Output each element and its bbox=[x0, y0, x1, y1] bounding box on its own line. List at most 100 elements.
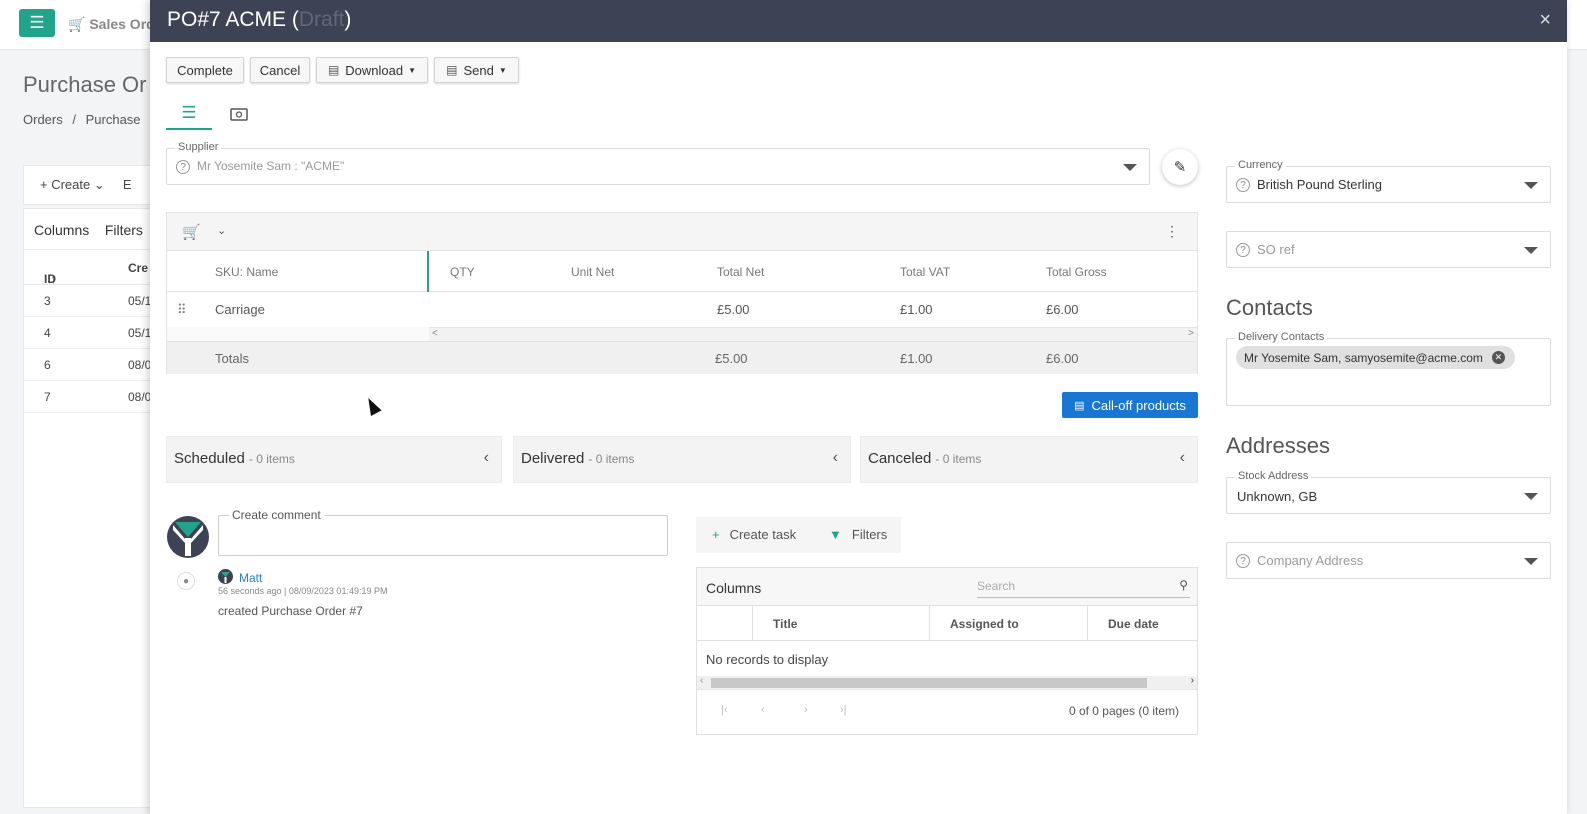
comment-text: created Purchase Order #7 bbox=[218, 604, 363, 618]
create-task-button[interactable]: + Create task bbox=[712, 527, 796, 542]
column-header-due-date[interactable]: Due date bbox=[1108, 617, 1159, 631]
currency-value: British Pound Sterling bbox=[1257, 177, 1383, 192]
column-header-total-vat[interactable]: Total VAT bbox=[900, 265, 950, 279]
addresses-heading: Addresses bbox=[1226, 433, 1330, 458]
company-logo-avatar bbox=[167, 516, 209, 558]
create-button[interactable]: + Create ⌄ E bbox=[40, 177, 132, 193]
money-icon bbox=[230, 107, 248, 121]
edit-supplier-button[interactable]: ✎ bbox=[1162, 149, 1198, 185]
create-comment-input[interactable]: Create comment bbox=[218, 508, 668, 556]
canceled-panel[interactable]: Canceled - 0 items ‹ bbox=[860, 436, 1198, 483]
call-off-products-button[interactable]: ▤ Call-off products bbox=[1062, 392, 1198, 418]
column-header-sku[interactable]: SKU: Name bbox=[215, 265, 278, 279]
chevron-left-icon[interactable]: ‹ bbox=[1180, 449, 1185, 467]
cancel-button[interactable]: Cancel bbox=[250, 57, 310, 83]
chevron-left-icon[interactable]: ‹ bbox=[833, 449, 838, 467]
drag-handle-icon[interactable]: ⠿ bbox=[177, 302, 187, 318]
download-button[interactable]: ▤ Download ▼ bbox=[316, 57, 428, 83]
stock-address-label: Stock Address bbox=[1235, 470, 1312, 482]
company-address-select[interactable]: ? Company Address bbox=[1226, 542, 1551, 579]
purchase-order-modal: PO#7 ACME (Draft) × Complete Cancel ▤ Dow… bbox=[150, 0, 1567, 814]
column-header-total-net[interactable]: Total Net bbox=[717, 265, 764, 279]
table-row[interactable]: ⠿ Carriage £5.00 £1.00 £6.00 bbox=[167, 292, 1197, 327]
so-ref-select[interactable]: ? SO ref bbox=[1226, 231, 1551, 268]
columns-tab[interactable]: Columns bbox=[34, 222, 89, 238]
complete-button[interactable]: Complete bbox=[166, 57, 244, 83]
filters-button[interactable]: ▼ Filters bbox=[829, 527, 887, 542]
currency-select[interactable]: Currency ? British Pound Sterling bbox=[1226, 159, 1551, 203]
page-title: Purchase Or bbox=[23, 72, 147, 97]
close-icon[interactable]: × bbox=[1539, 9, 1551, 32]
scheduled-panel[interactable]: Scheduled - 0 items ‹ bbox=[166, 436, 502, 483]
breadcrumb-purchase[interactable]: Purchase bbox=[86, 112, 141, 127]
document-icon: ▤ bbox=[327, 63, 340, 77]
help-icon: ? bbox=[1236, 178, 1250, 192]
help-icon: ? bbox=[1236, 554, 1250, 568]
columns-button[interactable]: Columns bbox=[706, 580, 761, 596]
supplier-select[interactable]: Supplier ? Mr Yosemite Sam : "ACME" bbox=[166, 141, 1150, 185]
last-page-icon[interactable]: ›| bbox=[840, 704, 847, 716]
cart-icon[interactable]: 🛒 bbox=[182, 223, 201, 241]
comment-options-icon[interactable]: ● bbox=[177, 572, 195, 590]
search-icon: ⚲ bbox=[1179, 578, 1188, 592]
pencil-icon: ✎ bbox=[1173, 159, 1187, 176]
dropdown-arrow-icon bbox=[1524, 558, 1538, 565]
caret-down-icon: ▼ bbox=[498, 65, 507, 75]
chevron-down-icon[interactable]: ⌄ bbox=[217, 224, 226, 237]
tasks-header: Title Assigned to Due date bbox=[697, 606, 1197, 641]
next-page-icon[interactable]: › bbox=[804, 704, 808, 716]
toolbar-extra-label[interactable]: E bbox=[123, 177, 132, 192]
scroll-right-icon[interactable]: > bbox=[1188, 328, 1194, 339]
document-icon: ▤ bbox=[446, 63, 458, 77]
document-icon: ▤ bbox=[1074, 399, 1085, 412]
comment-author[interactable]: Matt bbox=[239, 571, 262, 585]
column-header-total-gross[interactable]: Total Gross bbox=[1046, 265, 1107, 279]
contacts-heading: Contacts bbox=[1226, 295, 1313, 320]
scroll-left-icon[interactable]: < bbox=[432, 328, 438, 339]
horizontal-scrollbar[interactable]: ‹ › bbox=[697, 675, 1197, 689]
filter-icon: ▼ bbox=[829, 527, 842, 542]
empty-message: No records to display bbox=[706, 652, 829, 667]
chevron-left-icon[interactable]: ‹ bbox=[484, 449, 489, 467]
nav-sales-orders[interactable]: 🛒 Sales Orde bbox=[68, 16, 162, 33]
dropdown-arrow-icon bbox=[1524, 182, 1538, 189]
search-placeholder: Search bbox=[977, 579, 1016, 593]
currency-label: Currency bbox=[1235, 159, 1286, 171]
scroll-thumb[interactable] bbox=[711, 678, 1147, 688]
column-header-unit-net[interactable]: Unit Net bbox=[571, 265, 614, 279]
sort-asc-icon: ↑ bbox=[50, 272, 57, 286]
scroll-left-icon[interactable]: ‹ bbox=[700, 675, 703, 686]
column-header-title[interactable]: Title bbox=[773, 617, 797, 631]
logo-icon bbox=[173, 522, 203, 556]
horizontal-scrollbar[interactable]: < > bbox=[429, 327, 1197, 341]
column-header-qty[interactable]: QTY bbox=[450, 265, 475, 279]
dropdown-arrow-icon bbox=[1524, 493, 1538, 500]
so-ref-placeholder: SO ref bbox=[1257, 242, 1295, 257]
dropdown-arrow-icon bbox=[1524, 247, 1538, 254]
scroll-right-icon[interactable]: › bbox=[1191, 675, 1194, 686]
dropdown-arrow-icon bbox=[1123, 164, 1137, 171]
search-input[interactable]: Search ⚲ bbox=[977, 576, 1190, 598]
column-header-assigned[interactable]: Assigned to bbox=[950, 617, 1019, 631]
filters-tab[interactable]: Filters bbox=[105, 222, 143, 238]
totals-row: Totals £5.00 £1.00 £6.00 bbox=[167, 341, 1197, 374]
tasks-grid: Columns Search ⚲ Title Assigned to Due d… bbox=[696, 567, 1198, 735]
delivered-panel[interactable]: Delivered - 0 items ‹ bbox=[513, 436, 851, 483]
remove-chip-icon[interactable]: ✕ bbox=[1491, 351, 1505, 364]
column-header-created[interactable]: Cre bbox=[128, 261, 148, 275]
first-page-icon[interactable]: |‹ bbox=[721, 704, 728, 716]
supplier-value: Mr Yosemite Sam : "ACME" bbox=[197, 159, 345, 173]
more-options-icon[interactable]: ⋮ bbox=[1165, 223, 1179, 240]
delivery-contacts-label: Delivery Contacts bbox=[1235, 331, 1328, 343]
contact-chip[interactable]: Mr Yosemite Sam, samyosemite@acme.com ✕ bbox=[1236, 346, 1515, 369]
send-button[interactable]: ▤ Send ▼ bbox=[434, 57, 519, 83]
tab-payments[interactable] bbox=[216, 98, 262, 130]
tab-details[interactable]: ☰ bbox=[166, 98, 212, 130]
stock-address-value: Unknown, GB bbox=[1237, 489, 1318, 504]
avatar bbox=[218, 569, 233, 584]
stock-address-select[interactable]: Stock Address Unknown, GB bbox=[1226, 470, 1551, 514]
hamburger-menu-icon[interactable]: ☰ bbox=[19, 9, 55, 37]
prev-page-icon[interactable]: ‹ bbox=[761, 704, 765, 716]
breadcrumb-orders[interactable]: Orders bbox=[23, 112, 63, 127]
column-header-id[interactable]: ID ↑ bbox=[44, 261, 57, 286]
